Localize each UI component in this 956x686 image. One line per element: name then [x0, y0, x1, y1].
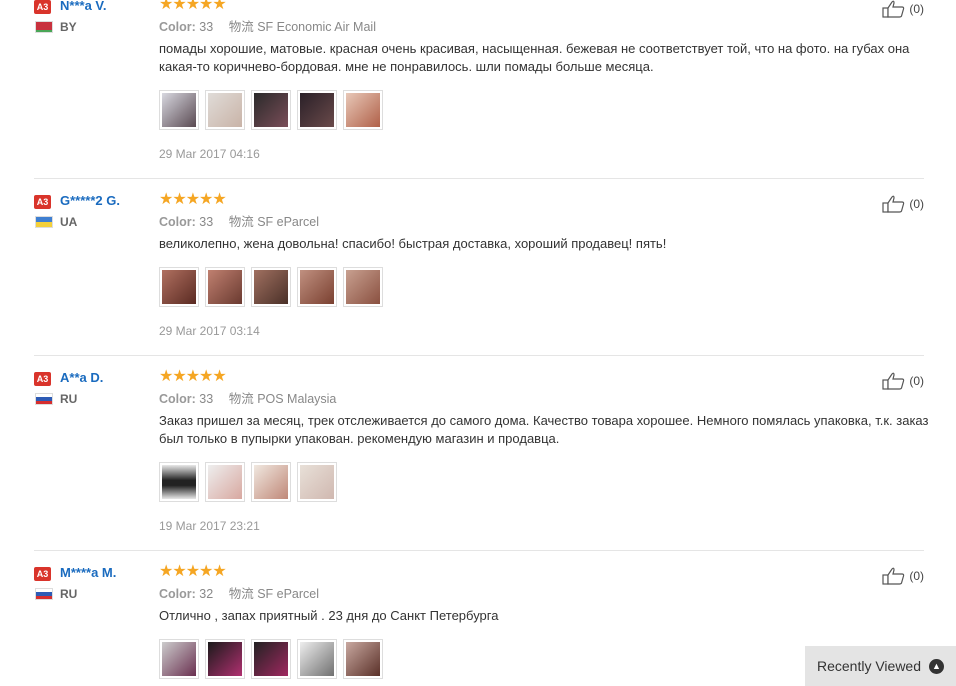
buyer-level-badge: A3 [34, 0, 51, 14]
helpful-button[interactable]: (0) [882, 195, 924, 213]
review-photo-thumb[interactable] [159, 90, 199, 130]
shipping-label: 物流 [228, 20, 254, 34]
helpful-count: (0) [909, 197, 924, 211]
country-code: RU [60, 392, 78, 406]
review-photo-thumb[interactable] [251, 90, 291, 130]
color-label: Color: [159, 20, 196, 34]
review-meta: Color: 33 物流 SF Economic Air Mail [159, 16, 376, 35]
helpful-count: (0) [909, 569, 924, 583]
review-photo-thumb[interactable] [205, 639, 245, 679]
review-photo-thumb[interactable] [159, 267, 199, 307]
review-meta: Color: 33 物流 POS Malaysia [159, 388, 336, 407]
star-rating: ★★★★★ [159, 191, 227, 208]
review-photo-thumb[interactable] [297, 639, 337, 679]
color-value: 33 [199, 392, 214, 406]
review-photo-thumb[interactable] [297, 267, 337, 307]
star-rating: ★★★★★ [159, 0, 227, 13]
color-label: Color: [159, 215, 196, 229]
review-date: 19 Mar 2017 23:21 [159, 519, 260, 533]
review-meta: Color: 33 物流 SF eParcel [159, 211, 319, 230]
buyer-name: M****a M. [60, 565, 117, 580]
thumbs-up-icon [882, 195, 905, 213]
shipping-label: 物流 [228, 215, 254, 229]
review-date: 29 Mar 2017 03:14 [159, 324, 260, 338]
review-item: A3 G*****2 G. UA ★★★★★ Color: 33 物流 SF e… [34, 191, 924, 356]
review-item: A3 A**a D. RU ★★★★★ Color: 33 物流 POS Mal… [34, 368, 928, 551]
star-rating: ★★★★★ [159, 563, 227, 580]
review-text: Отлично , запах приятный . 23 дня до Сан… [159, 608, 499, 623]
review-photos [159, 639, 383, 679]
review-photo-thumb[interactable] [159, 639, 199, 679]
review-text: великолепно, жена довольна! спасибо! быс… [159, 236, 667, 251]
shipping-method: SF eParcel [257, 587, 320, 601]
buyer-level-badge: A3 [34, 567, 51, 581]
buyer-name: A**a D. [60, 370, 104, 385]
star-rating: ★★★★★ [159, 368, 227, 385]
review-photo-thumb[interactable] [251, 267, 291, 307]
buyer-name: G*****2 G. [60, 193, 120, 208]
thumbs-up-icon [882, 372, 905, 390]
shipping-method: POS Malaysia [257, 392, 337, 406]
color-value: 33 [199, 20, 214, 34]
color-value: 32 [199, 587, 214, 601]
shipping-label: 物流 [228, 392, 254, 406]
shipping-method: SF Economic Air Mail [257, 20, 376, 34]
country-code: BY [60, 20, 77, 34]
review-item: A3 M****a M. RU ★★★★★ Color: 32 物流 SF eP… [34, 563, 924, 686]
shipping-method: SF eParcel [257, 215, 320, 229]
review-meta: Color: 32 物流 SF eParcel [159, 583, 319, 602]
review-photo-thumb[interactable] [205, 90, 245, 130]
helpful-button[interactable]: (0) [882, 0, 924, 18]
review-photo-thumb[interactable] [251, 462, 291, 502]
review-photos [159, 90, 383, 130]
review-photo-thumb[interactable] [297, 462, 337, 502]
review-text: Заказ пришел за месяц, трек отслеживаетс… [159, 413, 929, 446]
review-date: 29 Mar 2017 04:16 [159, 147, 260, 161]
color-label: Color: [159, 587, 196, 601]
country-flag-icon [35, 588, 53, 600]
helpful-count: (0) [909, 2, 924, 16]
thumbs-up-icon [882, 0, 905, 18]
review-text: помады хорошие, матовые. красная очень к… [159, 41, 910, 74]
chevron-up-icon: ▲ [929, 658, 945, 674]
country-code: RU [60, 587, 78, 601]
helpful-button[interactable]: (0) [882, 567, 924, 585]
shipping-label: 物流 [228, 587, 254, 601]
color-value: 33 [199, 215, 214, 229]
helpful-count: (0) [909, 374, 924, 388]
country-flag-icon [35, 216, 53, 228]
country-flag-icon [35, 21, 53, 33]
buyer-level-badge: A3 [34, 372, 51, 386]
helpful-button[interactable]: (0) [882, 372, 924, 390]
review-photo-thumb[interactable] [343, 90, 383, 130]
color-label: Color: [159, 392, 196, 406]
review-photos [159, 267, 383, 307]
buyer-level-badge: A3 [34, 195, 51, 209]
buyer-name: N***a V. [60, 0, 107, 13]
review-photo-thumb[interactable] [205, 267, 245, 307]
review-photos [159, 462, 337, 502]
recently-viewed-label: Recently Viewed [816, 658, 922, 674]
review-photo-thumb[interactable] [251, 639, 291, 679]
review-photo-thumb[interactable] [297, 90, 337, 130]
review-photo-thumb[interactable] [343, 639, 383, 679]
review-photo-thumb[interactable] [343, 267, 383, 307]
review-photo-thumb[interactable] [159, 462, 199, 502]
review-photo-thumb[interactable] [205, 462, 245, 502]
thumbs-up-icon [882, 567, 905, 585]
country-flag-icon [35, 393, 53, 405]
country-code: UA [60, 215, 78, 229]
recently-viewed-button[interactable]: Recently Viewed ▲ [805, 646, 956, 686]
review-item: A3 N***a V. BY ★★★★★ Color: 33 物流 SF Eco… [34, 0, 924, 179]
